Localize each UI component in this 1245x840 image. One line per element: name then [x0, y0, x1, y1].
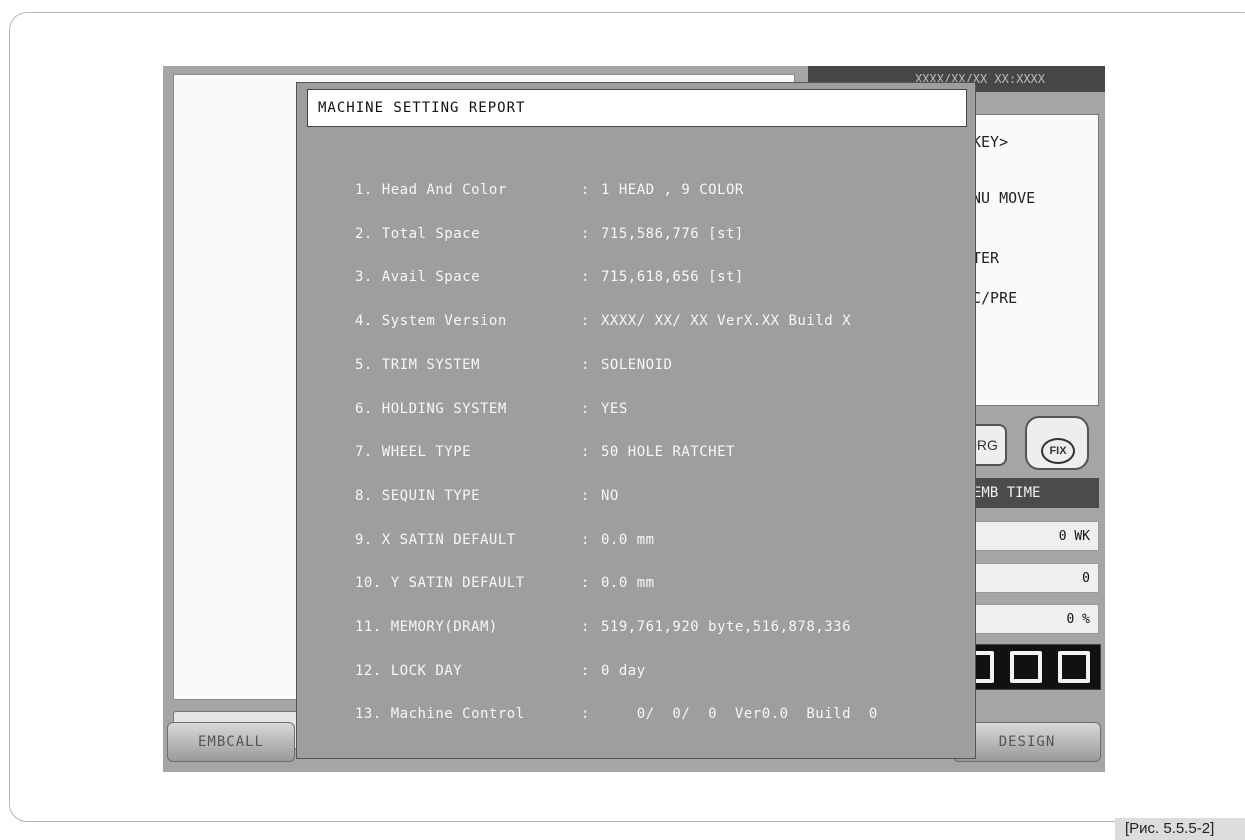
report-value: NO [601, 488, 619, 504]
fix-icon[interactable]: FIX [1025, 416, 1089, 470]
key-guide-line: C/PRE [972, 289, 1018, 307]
counter-digit [1058, 651, 1090, 683]
report-value: YES [601, 401, 628, 417]
report-value: XXXX/ XX/ XX VerX.XX Build X [601, 313, 852, 329]
report-value: 519,761,920 byte,516,878,336 [601, 619, 852, 635]
report-value: 715,618,656 [st] [601, 269, 744, 285]
fix-icon-label: FIX [1041, 438, 1075, 464]
report-colon: : [581, 488, 590, 504]
report-value: 50 HOLE RATCHET [601, 444, 735, 460]
report-colon: : [581, 663, 590, 679]
report-label: 8. SEQUIN TYPE [355, 488, 481, 504]
report-colon: : [581, 706, 590, 722]
figure-caption: [Рис. 5.5.5-2] [1115, 818, 1245, 840]
report-label: 6. HOLDING SYSTEM [355, 401, 507, 417]
machine-setting-report-dialog: MACHINE SETTING REPORT 1. Head And Color… [296, 82, 976, 759]
counter-digit [1010, 651, 1042, 683]
report-value: 715,586,776 [st] [601, 226, 744, 242]
report-label: 9. X SATIN DEFAULT [355, 532, 516, 548]
report-label: 13. Machine Control [355, 706, 525, 722]
report-colon: : [581, 401, 590, 417]
report-colon: : [581, 226, 590, 242]
report-label: 2. Total Space [355, 226, 481, 242]
report-colon: : [581, 444, 590, 460]
report-value: SOLENOID [601, 357, 673, 373]
report-colon: : [581, 532, 590, 548]
embcall-button[interactable]: EMBCALL [167, 722, 295, 762]
stat-value: 0 WK [1058, 529, 1090, 544]
key-guide-line: NU MOVE [972, 189, 1036, 207]
report-value: 0.0 mm [601, 532, 655, 548]
report-value: 0 day [601, 663, 646, 679]
report-colon: : [581, 357, 590, 373]
report-colon: : [581, 619, 590, 635]
report-colon: : [581, 182, 590, 198]
report-label: 12. LOCK DAY [355, 663, 463, 679]
report-label: 10. Y SATIN DEFAULT [355, 575, 525, 591]
report-label: 4. System Version [355, 313, 507, 329]
report-colon: : [581, 313, 590, 329]
report-label: 3. Avail Space [355, 269, 481, 285]
stat-value: 0 [1082, 571, 1090, 586]
report-label: 5. TRIM SYSTEM [355, 357, 481, 373]
report-value: 1 HEAD , 9 COLOR [601, 182, 744, 198]
report-label: 11. MEMORY(DRAM) [355, 619, 498, 635]
key-guide-line: KEY> [972, 133, 1009, 151]
stat-value: 0 % [1066, 612, 1090, 627]
key-guide-line: TER [972, 249, 1000, 267]
report-colon: : [581, 269, 590, 285]
report-value: 0.0 mm [601, 575, 655, 591]
report-label: 7. WHEEL TYPE [355, 444, 472, 460]
dialog-title: MACHINE SETTING REPORT [307, 89, 967, 127]
report-value: 0/ 0/ 0 Ver0.0 Build 0 [601, 706, 878, 722]
report-colon: : [581, 575, 590, 591]
report-label: 1. Head And Color [355, 182, 507, 198]
